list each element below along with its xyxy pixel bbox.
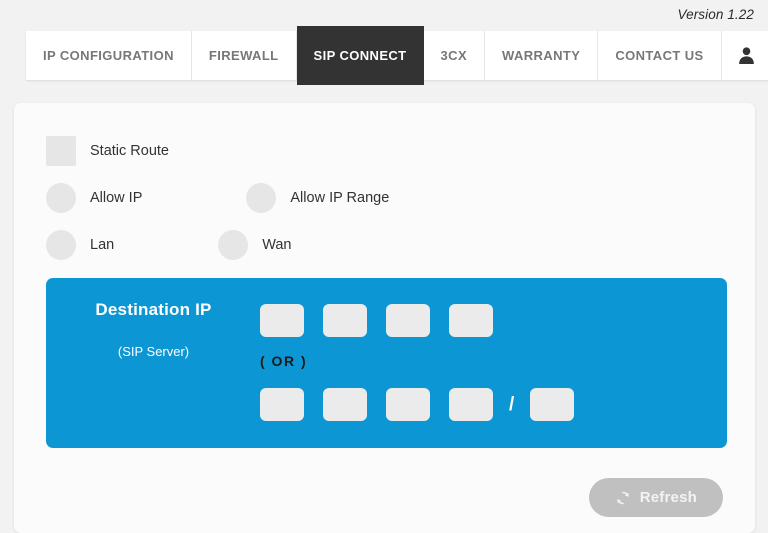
ip-octet-2-input[interactable] — [323, 304, 367, 337]
ip-octet-3-input[interactable] — [386, 304, 430, 337]
radio-allow-ip[interactable]: Allow IP — [46, 183, 142, 213]
allow-ip-row: Allow IP Allow IP Range — [46, 182, 389, 214]
tab-ip-configuration[interactable]: IP CONFIGURATION — [26, 31, 192, 80]
radio-lan[interactable]: Lan — [46, 230, 114, 260]
tab-3cx[interactable]: 3CX — [423, 31, 486, 80]
ip-octet-1-input[interactable] — [260, 304, 304, 337]
tab-firewall[interactable]: FIREWALL — [191, 31, 297, 80]
radio-label: Allow IP Range — [290, 190, 390, 206]
ip-range-octet-4-input[interactable] — [449, 388, 493, 421]
static-route-row: Static Route — [46, 135, 389, 167]
refresh-button[interactable]: Refresh — [588, 478, 723, 517]
destination-ip-subtitle: (SIP Server) — [117, 344, 190, 359]
radio-label: Wan — [262, 237, 292, 253]
tab-sip-connect[interactable]: SIP CONNECT — [296, 26, 424, 85]
or-separator-label: ( OR ) — [260, 353, 308, 369]
radio-circle-icon[interactable] — [246, 183, 277, 213]
ip-octet-4-input[interactable] — [449, 304, 493, 337]
radio-circle-icon[interactable] — [46, 183, 76, 213]
tab-label: 3CX — [440, 48, 468, 63]
radio-circle-icon[interactable] — [46, 230, 76, 260]
lan-wan-row: Lan Wan — [46, 229, 389, 261]
refresh-button-label: Refresh — [639, 489, 697, 506]
tab-label: WARRANTY — [502, 48, 581, 63]
user-icon — [738, 47, 754, 64]
tab-label: SIP CONNECT — [313, 48, 407, 63]
tab-label: CONTACT US — [615, 48, 704, 63]
tab-label: IP CONFIGURATION — [43, 48, 174, 63]
cidr-prefix-input[interactable] — [530, 388, 575, 421]
radio-label: Lan — [90, 237, 115, 253]
tab-user-account[interactable] — [721, 31, 768, 80]
tab-warranty[interactable]: WARRANTY — [485, 31, 599, 80]
ip-range-octet-1-input[interactable] — [260, 388, 304, 421]
radio-wan[interactable]: Wan — [218, 230, 291, 260]
destination-ip-single-row — [260, 304, 493, 337]
destination-ip-panel: Destination IP (SIP Server) ( OR ) / — [46, 278, 727, 448]
checkbox-label: Static Route — [90, 143, 169, 159]
radio-label: Allow IP — [90, 190, 143, 206]
checkbox-box-icon[interactable] — [46, 136, 76, 166]
tab-label: FIREWALL — [208, 48, 279, 63]
ip-range-octet-3-input[interactable] — [386, 388, 430, 421]
ip-range-octet-2-input[interactable] — [323, 388, 367, 421]
options-group: Static Route Allow IP Allow IP Range Lan… — [46, 135, 389, 276]
cidr-slash-separator: / — [509, 393, 515, 415]
version-bar: Version 1.22 — [0, 0, 754, 28]
radio-circle-icon[interactable] — [218, 230, 249, 260]
refresh-icon — [616, 491, 629, 504]
main-tab-bar: IP CONFIGURATION FIREWALL SIP CONNECT 3C… — [26, 26, 768, 85]
checkbox-static-route[interactable]: Static Route — [46, 136, 169, 166]
content-card: Static Route Allow IP Allow IP Range Lan… — [14, 103, 755, 533]
tab-contact-us[interactable]: CONTACT US — [598, 31, 722, 80]
destination-ip-range-row: / — [260, 388, 575, 421]
radio-allow-ip-range[interactable]: Allow IP Range — [246, 183, 389, 213]
version-label: Version 1.22 — [677, 6, 754, 22]
destination-label-column: Destination IP (SIP Server) — [46, 300, 261, 359]
destination-ip-title: Destination IP — [95, 300, 212, 319]
